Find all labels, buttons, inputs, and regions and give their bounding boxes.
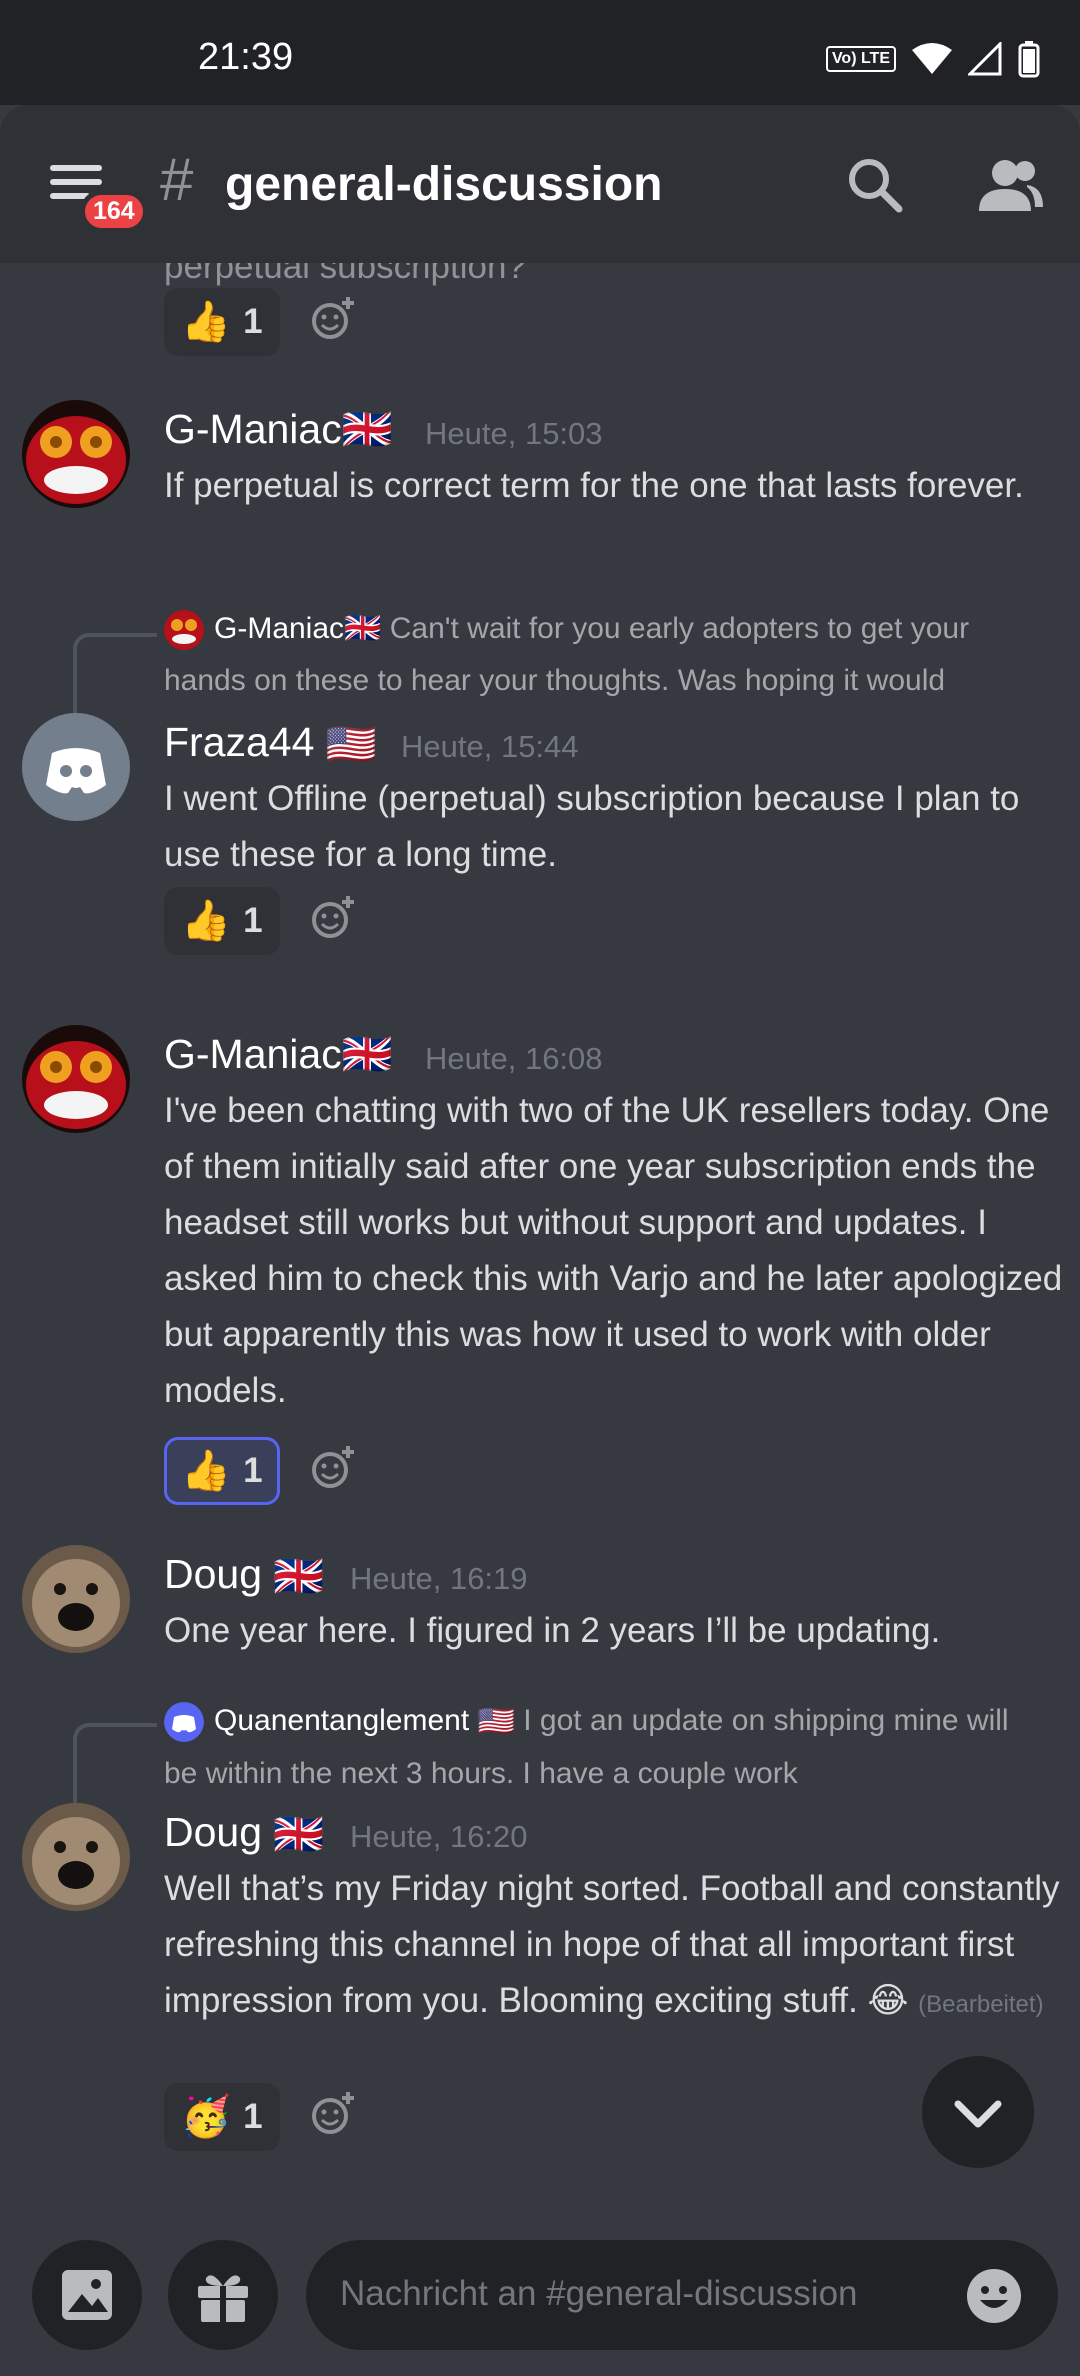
reply-connector — [73, 633, 157, 717]
avatar[interactable] — [22, 1545, 130, 1653]
reaction-chip[interactable]: 👍 1 — [164, 887, 280, 955]
status-bar: 21:39 Vo) LTE — [0, 0, 1080, 105]
author-name-text: Doug — [164, 1809, 263, 1855]
avatar[interactable] — [22, 400, 130, 508]
reaction-chip[interactable]: 👍 1 — [164, 1437, 280, 1505]
hamburger-bar — [50, 179, 102, 185]
author-name[interactable]: G-Maniac🇬🇧 — [164, 1031, 393, 1079]
reaction-chip[interactable]: 👍 1 — [164, 288, 280, 356]
chevron-down-icon — [954, 2100, 1002, 2128]
reply-author: G-Maniac🇬🇧 — [214, 612, 382, 645]
author-name[interactable]: G-Maniac🇬🇧 — [164, 406, 393, 454]
wifi-icon — [912, 43, 952, 74]
attach-image-button[interactable] — [32, 2240, 142, 2350]
discord-logo-icon — [164, 1702, 204, 1743]
discord-logo-icon — [46, 748, 106, 794]
gift-icon — [198, 2275, 248, 2322]
thumbs-up-icon: 👍 — [181, 1449, 232, 1493]
avatar[interactable] — [22, 713, 130, 821]
reply-avatar-icon — [164, 610, 204, 651]
reply-connector — [73, 1723, 157, 1807]
status-icons: Vo) LTE — [825, 40, 1040, 78]
timestamp: Heute, 16:08 — [425, 1041, 603, 1076]
channel-name[interactable]: general-discussion — [225, 157, 662, 212]
flag-icon: 🇬🇧 — [273, 1811, 325, 1858]
members-icon[interactable] — [975, 155, 1045, 215]
message-list[interactable]: perpetual subscription? 👍 1 G-Maniac🇬🇧 H… — [0, 263, 1080, 2193]
message-text: If perpetual is correct term for the one… — [164, 466, 1024, 505]
timestamp: Heute, 16:19 — [350, 1561, 528, 1596]
scroll-to-bottom-button[interactable] — [922, 2056, 1034, 2168]
reaction-count: 1 — [243, 1451, 263, 1490]
reaction-chip[interactable]: 🥳 1 — [164, 2083, 280, 2151]
message-text: perpetual subscription? — [164, 263, 526, 286]
author-name-text: Fraza44 — [164, 719, 315, 765]
add-reaction-icon[interactable] — [310, 894, 356, 940]
signal-icon — [968, 42, 1002, 76]
dog-avatar-icon — [22, 1545, 130, 1653]
menu-button[interactable]: 164 — [50, 165, 148, 233]
thumbs-up-icon: 👍 — [181, 300, 232, 344]
notification-badge: 164 — [80, 190, 148, 233]
timestamp: Heute, 16:20 — [350, 1819, 528, 1854]
hamburger-icon — [50, 165, 102, 171]
message-text: I went Offline (perpetual) subscription … — [164, 779, 1020, 874]
image-icon — [62, 2270, 112, 2320]
flag-icon: 🇬🇧 — [273, 1553, 325, 1600]
message-text: One year here. I figured in 2 years I’ll… — [164, 1611, 941, 1650]
avatar[interactable] — [22, 1803, 130, 1911]
author-name[interactable]: Doug 🇬🇧 — [164, 1809, 324, 1859]
gift-button[interactable] — [168, 2240, 278, 2350]
emoji-icon[interactable] — [966, 2268, 1022, 2324]
timestamp: Heute, 15:03 — [425, 416, 603, 451]
author-name[interactable]: Doug 🇬🇧 — [164, 1551, 324, 1601]
add-reaction-icon[interactable] — [310, 295, 356, 341]
author-name-text: Doug — [164, 1551, 263, 1597]
message-composer: Nachricht an #general-discussion — [0, 2193, 1080, 2376]
reaction-count: 1 — [243, 302, 263, 341]
edited-label: (Bearbeitet) — [918, 1991, 1044, 2018]
reaction-count: 1 — [243, 901, 263, 940]
timestamp: Heute, 15:44 — [401, 729, 579, 764]
message-text: Well that’s my Friday night sorted. Foot… — [164, 1861, 1064, 2033]
party-face-icon: 🥳 — [181, 2095, 232, 2139]
message-text: I've been chatting with two of the UK re… — [164, 1091, 1063, 1410]
hash-icon: # — [160, 146, 194, 213]
avatar[interactable] — [22, 1025, 130, 1133]
g-maniac-avatar-icon — [22, 400, 130, 508]
flag-icon: 🇺🇸 — [477, 1705, 515, 1739]
volte-icon: Vo) LTE — [825, 46, 896, 72]
reply-preview[interactable]: Quanentanglement 🇺🇸 I got an update on s… — [164, 1695, 1044, 1800]
reaction-count: 1 — [243, 2097, 263, 2136]
g-maniac-avatar-icon — [22, 1025, 130, 1133]
reply-author: Quanentanglement — [214, 1704, 470, 1737]
add-reaction-icon[interactable] — [310, 1444, 356, 1490]
message-input[interactable]: Nachricht an #general-discussion — [306, 2240, 1058, 2350]
search-icon[interactable] — [845, 155, 905, 215]
add-reaction-icon[interactable] — [310, 2090, 356, 2136]
message-input-placeholder: Nachricht an #general-discussion — [340, 2274, 858, 2313]
channel-header: 164 # general-discussion — [0, 105, 1080, 263]
thumbs-up-icon: 👍 — [181, 899, 232, 943]
battery-icon — [1018, 41, 1040, 78]
author-name[interactable]: Fraza44 🇺🇸 — [164, 719, 377, 769]
reply-preview[interactable]: G-Maniac🇬🇧 Can't wait for you early adop… — [164, 603, 1044, 707]
flag-icon: 🇺🇸 — [325, 721, 377, 768]
status-time: 21:39 — [198, 36, 294, 78]
dog-avatar-icon — [22, 1803, 130, 1911]
